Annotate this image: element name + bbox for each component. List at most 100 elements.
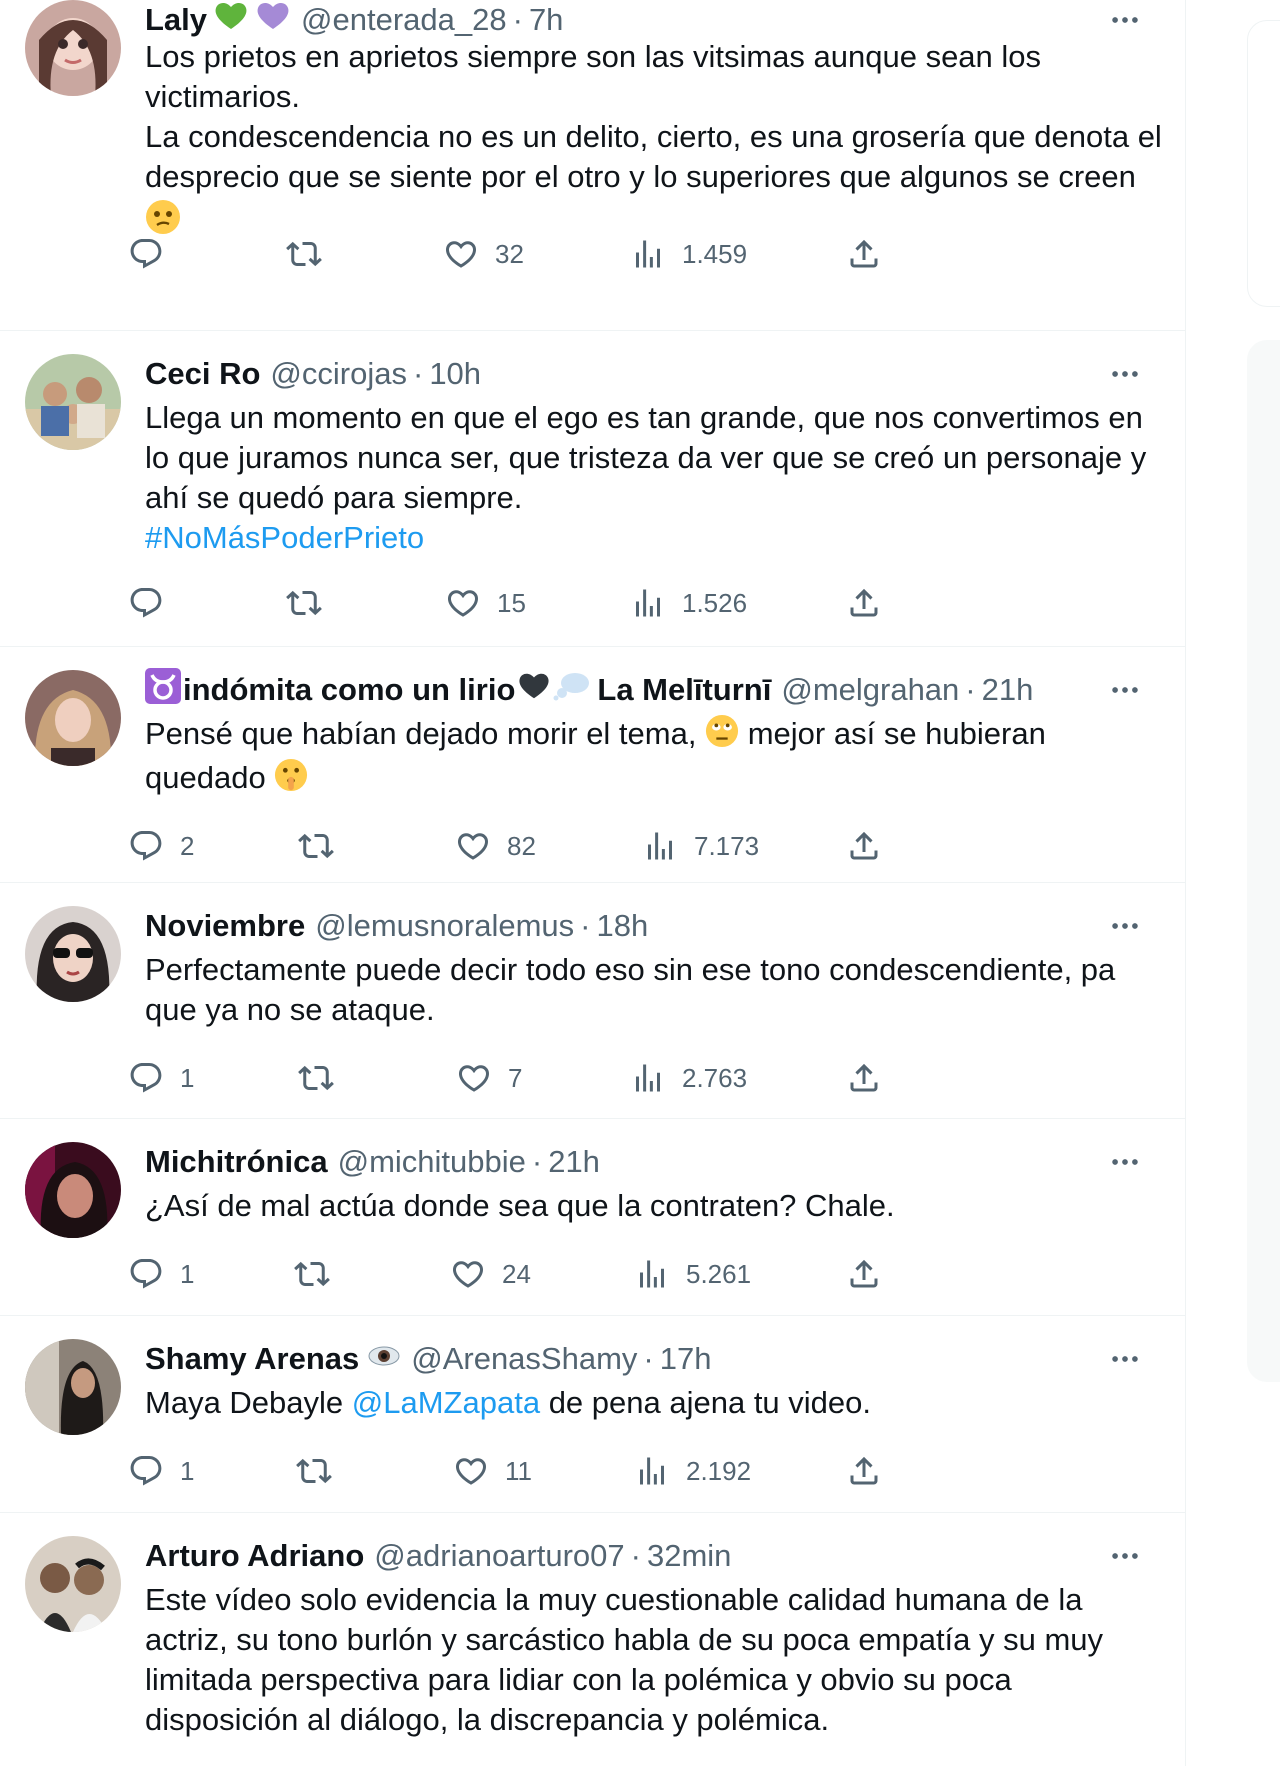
- display-name[interactable]: indómita como un lirio: [183, 672, 515, 708]
- share-button[interactable]: [846, 1449, 882, 1493]
- tweet-header: Arturo Adriano @adrianoarturo07 · 32min: [145, 1536, 1145, 1576]
- reply-button[interactable]: [128, 581, 180, 625]
- reply-button[interactable]: 1: [128, 1252, 194, 1296]
- timestamp[interactable]: 10h: [429, 356, 481, 392]
- share-icon: [846, 585, 882, 621]
- handle[interactable]: @adrianoarturo07: [374, 1538, 624, 1574]
- tweet[interactable]: Ceci Ro @ccirojas · 10h Llega un momento…: [0, 330, 1185, 647]
- more-icon[interactable]: [1105, 906, 1145, 946]
- views-button[interactable]: 1.526: [630, 581, 747, 625]
- separator-dot: ·: [531, 1144, 543, 1179]
- like-button[interactable]: 7: [456, 1056, 522, 1100]
- tweet-header: Ceci Ro @ccirojas · 10h: [145, 354, 1145, 394]
- more-icon[interactable]: [1105, 670, 1145, 710]
- avatar[interactable]: [25, 670, 121, 766]
- repost-icon: [296, 1453, 332, 1489]
- views-button[interactable]: 1.459: [630, 232, 747, 276]
- repost-button[interactable]: [296, 1449, 348, 1493]
- repost-button[interactable]: [298, 824, 350, 868]
- handle[interactable]: @ArenasShamy: [411, 1341, 637, 1377]
- display-name[interactable]: Ceci Ro: [145, 356, 260, 392]
- more-icon[interactable]: [1105, 1536, 1145, 1576]
- emoji-shushing-icon: [274, 758, 308, 802]
- timestamp[interactable]: 21h: [548, 1144, 600, 1180]
- tweet[interactable]: Noviembre @lemusnoralemus · 18h Perfecta…: [0, 882, 1185, 1119]
- handle[interactable]: @melgrahan: [781, 672, 959, 708]
- tweet[interactable]: Laly @enterada_28 · 7h Los prietos en ap…: [0, 0, 1185, 331]
- share-icon: [846, 1453, 882, 1489]
- avatar[interactable]: [25, 354, 121, 450]
- views-button[interactable]: 2.192: [634, 1449, 751, 1493]
- views-button[interactable]: 7.173: [642, 824, 759, 868]
- like-button[interactable]: 32: [443, 232, 524, 276]
- avatar[interactable]: [25, 1536, 121, 1632]
- views-icon: [634, 1256, 670, 1292]
- tweet-paragraph: Este vídeo solo evidencia la muy cuestio…: [145, 1582, 1104, 1737]
- like-button[interactable]: 11: [453, 1449, 532, 1493]
- timestamp[interactable]: 21h: [982, 672, 1034, 708]
- reply-button[interactable]: [128, 232, 180, 276]
- avatar[interactable]: [25, 906, 121, 1002]
- tweet[interactable]: Arturo Adriano @adrianoarturo07 · 32min …: [0, 1512, 1185, 1766]
- tweet-header: Laly @enterada_28 · 7h: [145, 0, 1145, 40]
- display-name[interactable]: Noviembre: [145, 908, 305, 944]
- display-name[interactable]: Shamy Arenas: [145, 1341, 359, 1377]
- handle[interactable]: @lemusnoralemus: [315, 908, 574, 944]
- views-button[interactable]: 5.261: [634, 1252, 751, 1296]
- repost-button[interactable]: [286, 581, 338, 625]
- handle[interactable]: @ccirojas: [270, 356, 407, 392]
- tweet[interactable]: Michitrónica @michitubbie · 21h ¿Así de …: [0, 1118, 1185, 1316]
- tweet[interactable]: indómita como un lirio La Melīturnī @mel…: [0, 646, 1185, 883]
- separator-dot: ·: [512, 2, 523, 37]
- share-button[interactable]: [846, 1252, 882, 1296]
- display-name[interactable]: Arturo Adriano: [145, 1538, 364, 1574]
- repost-button[interactable]: [294, 1252, 346, 1296]
- avatar[interactable]: [25, 1339, 121, 1435]
- repost-button[interactable]: [298, 1056, 350, 1100]
- mention-link[interactable]: @LaMZapata: [352, 1385, 540, 1420]
- like-icon: [445, 585, 481, 621]
- reply-button[interactable]: 1: [128, 1449, 194, 1493]
- handle[interactable]: @michitubbie: [338, 1144, 526, 1180]
- more-icon[interactable]: [1105, 354, 1145, 394]
- timestamp[interactable]: 32min: [647, 1538, 731, 1574]
- repost-button[interactable]: [286, 232, 338, 276]
- sidebar-card: [1247, 20, 1280, 307]
- more-icon[interactable]: [1105, 0, 1145, 40]
- tweet-text-part: Pensé que habían dejado morir el tema,: [145, 716, 697, 752]
- avatar[interactable]: [25, 1142, 121, 1238]
- tweet[interactable]: Shamy Arenas @ArenasShamy · 17h Maya Deb…: [0, 1315, 1185, 1513]
- share-button[interactable]: [846, 581, 882, 625]
- tweet-paragraph: Llega un momento en que el ego es tan gr…: [145, 400, 1147, 515]
- tweet-actions: 1 7 2.763: [0, 1056, 1185, 1100]
- reply-icon: [128, 828, 164, 864]
- share-button[interactable]: [846, 824, 882, 868]
- repost-icon: [298, 1060, 334, 1096]
- share-button[interactable]: [846, 232, 882, 276]
- tweet-text: Pensé que habían dejado morir el tema, m…: [145, 714, 1165, 802]
- display-name[interactable]: Michitrónica: [145, 1144, 328, 1180]
- handle[interactable]: @enterada_28: [301, 2, 507, 38]
- tweet-text-part: mejor así se hubieran: [747, 716, 1046, 752]
- tweet-text: Llega un momento en que el ego es tan gr…: [145, 398, 1165, 558]
- reply-button[interactable]: 1: [128, 1056, 194, 1100]
- like-button[interactable]: 15: [445, 581, 526, 625]
- more-icon[interactable]: [1105, 1339, 1145, 1379]
- timestamp[interactable]: 7h: [529, 2, 563, 38]
- share-button[interactable]: [846, 1056, 882, 1100]
- like-button[interactable]: 82: [455, 824, 536, 868]
- views-button[interactable]: 2.763: [630, 1056, 747, 1100]
- reply-button[interactable]: 2: [128, 824, 194, 868]
- avatar[interactable]: [25, 0, 121, 96]
- display-name-part[interactable]: La Melīturnī: [597, 672, 771, 708]
- tweet-actions: 2 82 7.173: [0, 824, 1185, 868]
- hashtag-link[interactable]: #NoMásPoderPrieto: [145, 520, 424, 555]
- more-icon[interactable]: [1105, 1142, 1145, 1182]
- reply-icon: [128, 1256, 164, 1292]
- like-button[interactable]: 24: [450, 1252, 531, 1296]
- timestamp[interactable]: 18h: [596, 908, 648, 944]
- display-name[interactable]: Laly: [145, 2, 207, 38]
- like-icon: [450, 1256, 486, 1292]
- timestamp[interactable]: 17h: [660, 1341, 712, 1377]
- tweet-text: Este vídeo solo evidencia la muy cuestio…: [145, 1580, 1165, 1740]
